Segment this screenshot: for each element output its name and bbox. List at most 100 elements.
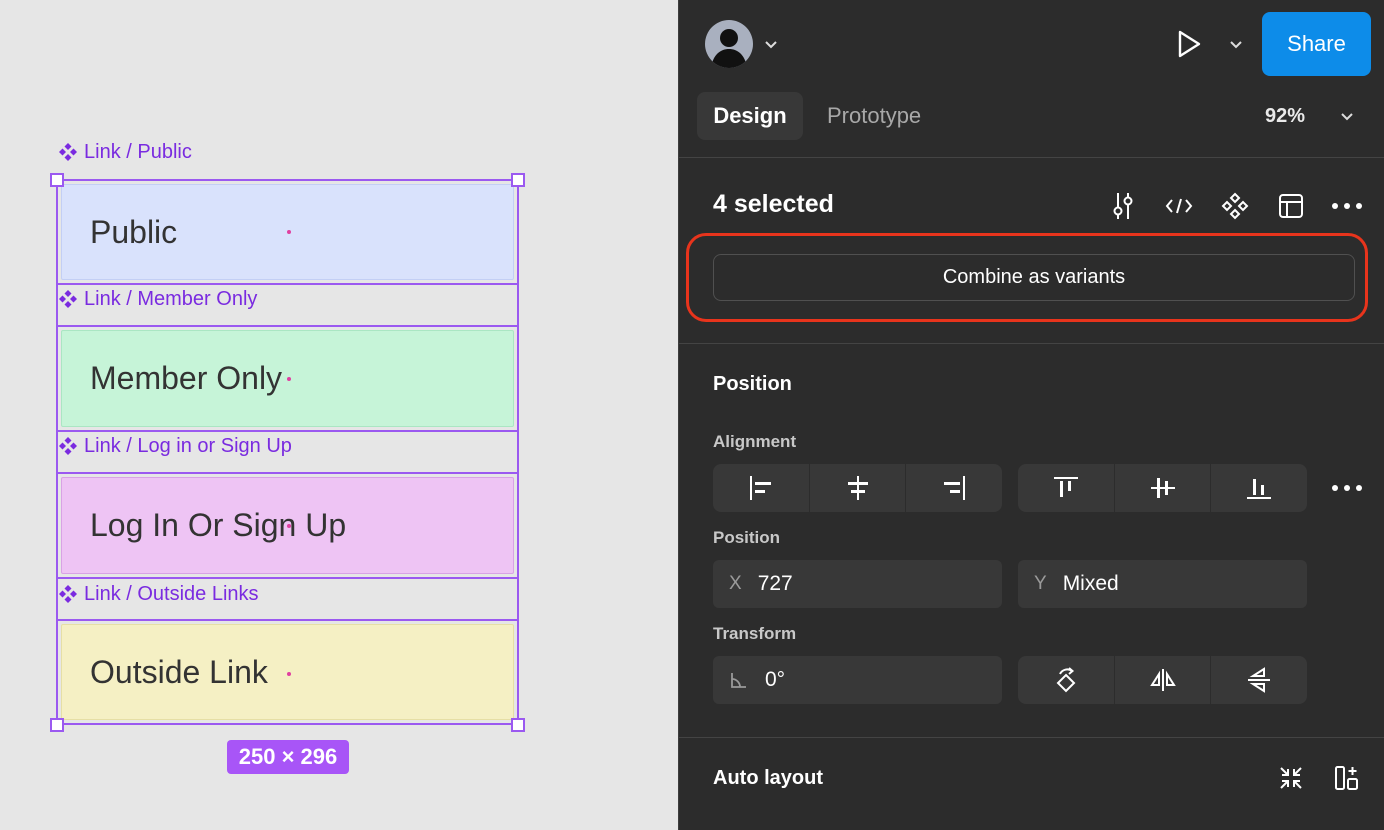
resize-handle-bottom-left[interactable] [50,718,64,732]
center-point [287,230,291,234]
more-horizontal-icon [1332,485,1362,491]
link-text: Log In Or Sign Up [90,507,347,543]
section-title-position: Position [713,373,792,395]
code-button[interactable] [1163,190,1195,222]
resize-handle-top-right[interactable] [511,173,525,187]
transform-actions-group [1018,656,1307,704]
more-horizontal-icon [1332,203,1362,209]
zoom-level[interactable]: 92% [1265,92,1305,140]
adjust-properties-button[interactable] [1107,190,1139,222]
align-horizontal-center-button[interactable] [810,464,907,512]
horizontal-alignment-group [713,464,1002,512]
y-position-field[interactable]: Y Mixed [1018,560,1307,608]
center-point [287,524,291,528]
align-horizontal-center-icon [847,476,868,500]
component-label-login-signup[interactable]: Link / Log in or Sign Up [58,435,292,457]
component-icon [59,437,77,455]
rotate-icon [1056,667,1076,693]
align-top-icon [1053,477,1078,497]
section-title-auto-layout: Auto layout [713,767,823,789]
rotation-value: 0° [765,668,786,691]
align-top-button[interactable] [1018,464,1115,512]
vertical-alignment-group [1018,464,1307,512]
transform-label: Transform [713,624,797,643]
resize-handle-top-left[interactable] [50,173,64,187]
divider [679,737,1384,738]
link-text: Outside Link [90,653,268,690]
flip-horizontal-icon [1149,669,1176,691]
frame-selection-button[interactable] [1275,190,1307,222]
design-canvas[interactable]: Link / Public Public Link / Member Only … [0,0,678,830]
center-point [287,377,291,381]
zoom-menu-chevron[interactable] [1339,106,1355,126]
y-prefix: Y [1034,573,1047,594]
alignment-more-button[interactable] [1329,472,1365,504]
component-label-outside-links[interactable]: Link / Outside Links [58,583,259,605]
add-auto-layout-button[interactable] [1331,762,1363,794]
x-prefix: X [729,573,742,594]
component-label-text: Link / Outside Links [84,582,259,605]
suggest-auto-layout-button[interactable] [1275,762,1307,794]
tab-prototype[interactable]: Prototype [827,92,921,140]
more-options-button[interactable] [1329,190,1365,222]
selection-size-badge: 250 × 296 [227,740,349,774]
selection-count: 4 selected [713,190,834,218]
center-point [287,672,291,676]
align-bottom-icon [1247,479,1272,499]
create-component-button[interactable] [1219,190,1251,222]
align-left-button[interactable] [713,464,810,512]
code-icon [1165,198,1193,214]
component-frame-member-only[interactable]: Member Only [56,325,519,432]
component-icon [59,290,77,308]
component-label-text: Link / Public [84,140,192,163]
present-button[interactable] [1171,26,1207,62]
link-text: Member Only [90,360,283,396]
rotation-angle-icon [731,673,746,688]
align-vertical-center-icon [1150,478,1175,498]
position-label: Position [713,528,781,547]
chevron-down-icon [1230,41,1242,49]
flip-horizontal-button[interactable] [1115,656,1212,704]
align-vertical-center-button[interactable] [1115,464,1212,512]
user-avatar[interactable] [705,20,753,68]
resize-handle-bottom-right[interactable] [511,718,525,732]
component-frame-outside-links[interactable]: Outside Link [56,619,519,725]
component-label-member-only[interactable]: Link / Member Only [58,288,257,310]
divider [679,157,1384,158]
component-frame-public[interactable]: Public [56,179,519,285]
component-icon [59,143,77,161]
align-left-icon [749,476,771,500]
link-text: Public [90,213,178,250]
align-bottom-button[interactable] [1211,464,1307,512]
component-frame-login-signup[interactable]: Log In Or Sign Up [56,472,519,579]
collapse-arrows-icon [1280,767,1302,789]
rotation-field[interactable]: 0° [713,656,1002,704]
frame-icon [1279,194,1303,218]
rotate-90-button[interactable] [1018,656,1115,704]
avatar-menu-chevron[interactable] [763,34,779,54]
divider [679,343,1384,344]
share-button[interactable]: Share [1262,12,1371,76]
tab-design[interactable]: Design [697,92,803,140]
y-value: Mixed [1062,572,1119,595]
user-silhouette-icon [711,29,747,68]
align-right-button[interactable] [906,464,1002,512]
sliders-icon [1113,193,1133,219]
add-layout-icon [1335,766,1358,790]
combine-as-variants-button[interactable]: Combine as variants [713,254,1355,301]
play-icon [1178,30,1201,58]
component-label-text: Link / Member Only [84,287,258,310]
alignment-label: Alignment [713,432,797,451]
component-icon [59,585,77,603]
flip-vertical-button[interactable] [1211,656,1307,704]
align-right-icon [944,476,966,500]
present-options-chevron[interactable] [1228,34,1244,54]
x-value: 727 [757,572,793,595]
flip-vertical-icon [1248,667,1271,693]
chevron-down-icon [1341,113,1353,121]
component-label-text: Link / Log in or Sign Up [84,434,292,457]
x-position-field[interactable]: X 727 [713,560,1002,608]
properties-panel: Share Design Prototype 92% 4 selected Co… [678,0,1384,830]
component-label-public[interactable]: Link / Public [58,141,192,163]
component-icon [1221,192,1249,220]
